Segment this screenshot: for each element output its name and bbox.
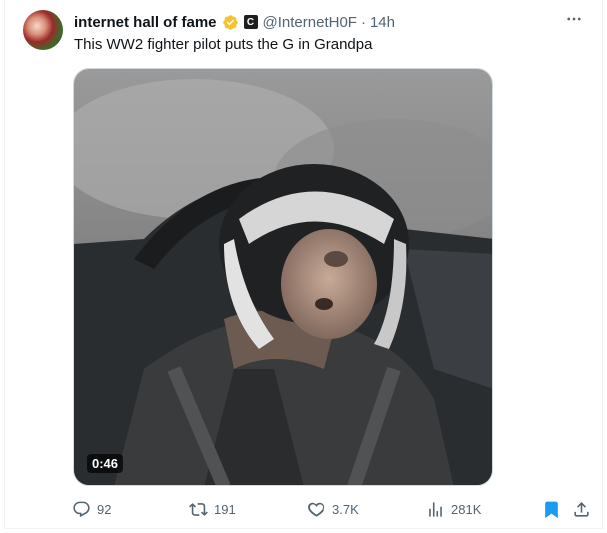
heart-icon xyxy=(308,502,325,517)
reply-icon xyxy=(73,501,90,517)
views-count: 281K xyxy=(451,501,482,517)
video-frame-pilot xyxy=(74,69,492,485)
separator-dot: · xyxy=(360,13,366,31)
affiliate-badge[interactable]: C xyxy=(243,15,258,29)
tweet-timestamp[interactable]: 14h xyxy=(370,14,395,31)
tweet-actions: 92 191 3.7K 281K xyxy=(72,496,597,522)
analytics-bar-icon xyxy=(429,501,442,517)
author-avatar[interactable] xyxy=(23,10,63,50)
share-icon xyxy=(574,501,589,517)
video-player[interactable]: 0:46 xyxy=(73,68,493,486)
video-duration: 0:46 xyxy=(87,454,124,473)
more-options-button[interactable] xyxy=(564,10,584,30)
more-horizontal-icon xyxy=(567,17,581,21)
repost-count: 191 xyxy=(214,501,236,517)
verified-badge-icon[interactable] xyxy=(222,14,239,31)
like-count: 3.7K xyxy=(332,501,359,517)
share-button[interactable] xyxy=(572,496,591,522)
reply-count: 92 xyxy=(97,501,112,517)
tweet-text: This WW2 fighter pilot puts the G in Gra… xyxy=(74,36,373,53)
tweet-card[interactable]: internet hall of fame C @InternetH0F · 1… xyxy=(4,0,603,529)
author-handle[interactable]: @InternetH0F xyxy=(263,14,357,31)
like-button[interactable]: 3.7K xyxy=(307,496,359,522)
bookmark-button[interactable] xyxy=(542,496,561,522)
reply-button[interactable]: 92 xyxy=(72,496,111,522)
bookmark-filled-icon xyxy=(545,501,558,518)
author-name[interactable]: internet hall of fame xyxy=(74,14,217,31)
views-button[interactable]: 281K xyxy=(426,496,481,522)
repost-icon xyxy=(189,502,208,516)
repost-button[interactable]: 191 xyxy=(189,496,236,522)
tweet-header: internet hall of fame C @InternetH0F · 1… xyxy=(74,12,582,32)
